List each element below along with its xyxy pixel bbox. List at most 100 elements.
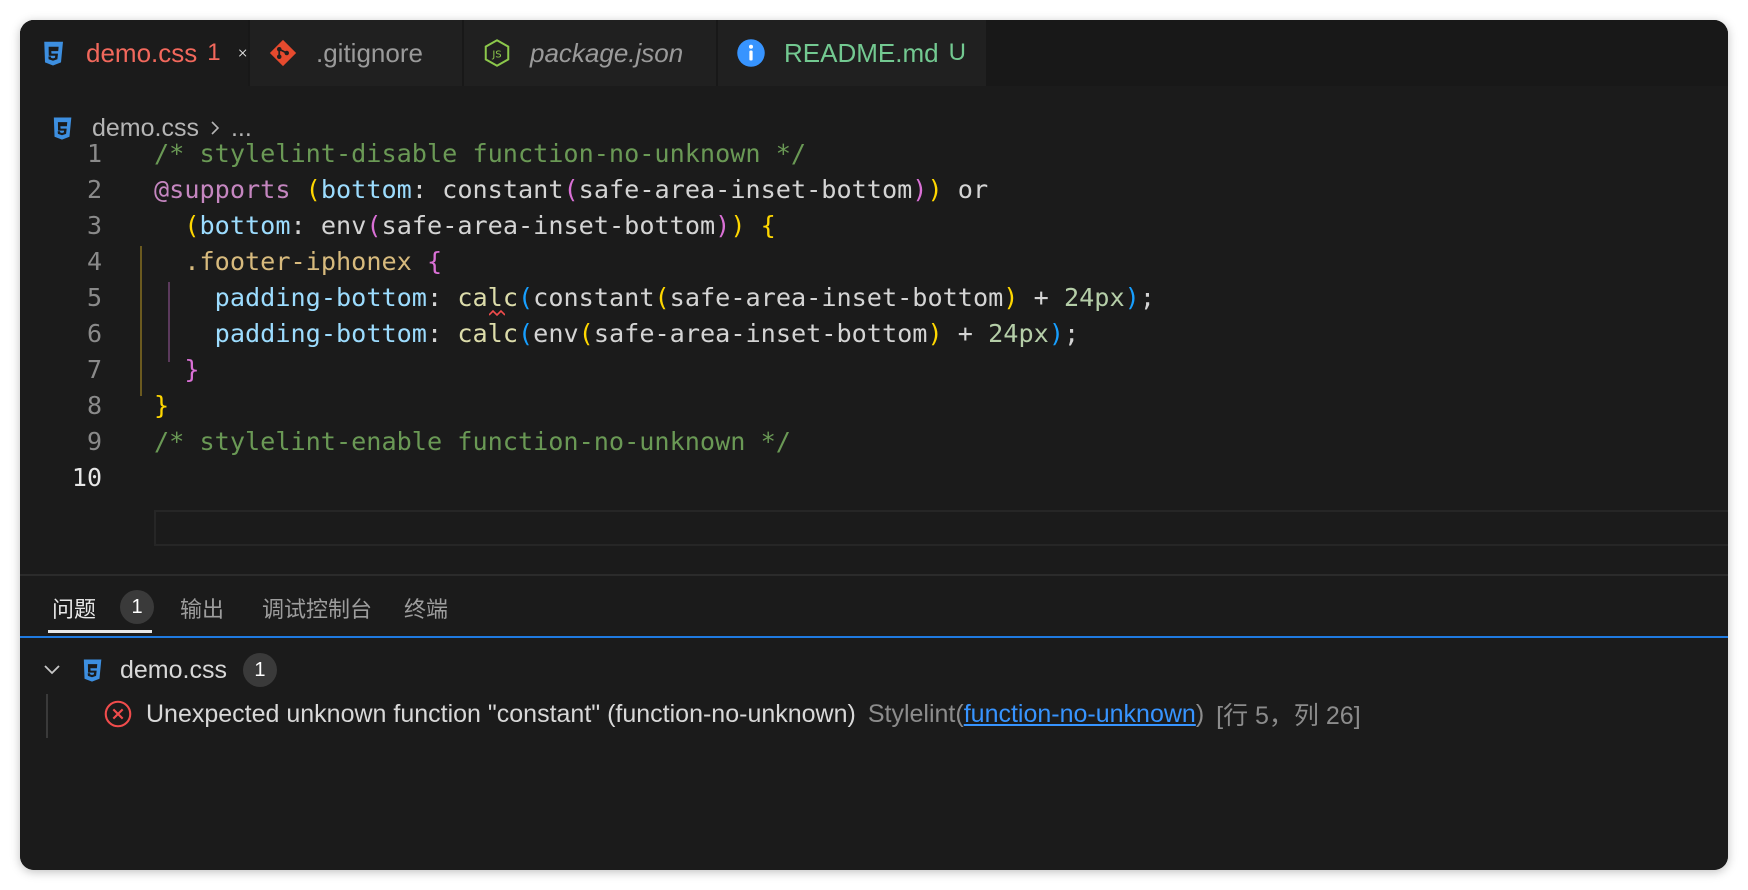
colon: : <box>426 319 458 348</box>
code-text: /* stylelint-disable function-no-unknown… <box>154 134 806 174</box>
line-number: 9 <box>86 427 102 456</box>
editor-window: demo.css 1 .gitignore JS package.json RE… <box>20 20 1728 870</box>
paren: ) <box>1124 283 1140 312</box>
tab-demo-css[interactable]: demo.css 1 <box>20 20 248 86</box>
paren: ( <box>305 175 321 204</box>
line-number: 7 <box>86 355 102 384</box>
property: bottom <box>320 175 412 204</box>
function: constant <box>442 175 564 204</box>
paren: ( <box>366 211 382 240</box>
problem-source-end: ) <box>1195 699 1205 728</box>
brace: { <box>426 247 443 276</box>
problem-source: Stylelint(function-no-unknown) <box>868 700 1204 729</box>
problem-item[interactable]: Unexpected unknown function "constant" (… <box>104 694 1361 734</box>
argument: safe-area-inset-bottom <box>669 283 1004 312</box>
operator: + <box>1018 283 1064 312</box>
paren: ) <box>1048 319 1064 348</box>
code-line: 4 .footer-iphonex { <box>20 242 1728 282</box>
tab-package-json[interactable]: JS package.json <box>464 20 716 86</box>
tab-label: .gitignore <box>316 37 423 68</box>
code-line: 9 /* stylelint-enable function-no-unknow… <box>20 422 1728 462</box>
problem-location: [行 5，列 26] <box>1216 702 1361 730</box>
paren: ) <box>730 211 746 240</box>
operator: + <box>942 319 989 348</box>
paren: ) <box>1003 283 1019 312</box>
code-text: } <box>154 386 169 426</box>
code-editor[interactable]: 1 /* stylelint-disable function-no-unkno… <box>20 139 1728 546</box>
property: padding-bottom <box>214 283 427 312</box>
line-number: 2 <box>86 175 102 204</box>
paren: ) <box>927 319 943 348</box>
error-icon <box>104 700 132 728</box>
tab-terminal[interactable]: 终端 <box>404 592 448 624</box>
function: calc <box>457 319 518 348</box>
code-text: @supports (bottom: constant(safe-area-in… <box>154 170 988 210</box>
colon: : <box>290 211 321 240</box>
paren: ) <box>927 175 943 204</box>
brace: } <box>184 355 200 384</box>
code-line: 5 padding-bottom: calc(constant(safe-are… <box>20 278 1728 318</box>
number: 24px <box>988 319 1049 348</box>
file-problem-count: 1 <box>242 653 277 687</box>
code-line: 2 @supports (bottom: constant(safe-area-… <box>20 170 1728 210</box>
problem-source-name: Stylelint( <box>867 699 964 728</box>
css-icon <box>83 659 102 682</box>
git-icon <box>269 39 297 67</box>
tab-label: demo.css <box>86 37 198 68</box>
close-icon[interactable] <box>237 41 248 65</box>
current-line-highlight <box>154 510 1728 546</box>
rule-link[interactable]: function-no-unknown <box>964 700 1196 728</box>
active-tab-indicator <box>48 630 152 633</box>
code-text: padding-bottom: calc(constant(safe-area-… <box>154 278 1155 318</box>
problem-file-name: demo.css <box>120 655 227 684</box>
code-line: 7 } <box>20 350 1728 390</box>
tab-bar: demo.css 1 .gitignore JS package.json RE… <box>20 20 1728 86</box>
keyword: or <box>942 175 989 204</box>
line-number: 10 <box>71 463 102 492</box>
nodejs-icon: JS <box>484 39 510 67</box>
paren: ( <box>654 283 670 312</box>
paren: ( <box>518 319 534 348</box>
problem-file-row[interactable]: demo.css 1 <box>42 650 277 690</box>
number: 24px <box>1063 283 1125 312</box>
line-number: 5 <box>86 283 102 312</box>
paren: ) <box>912 175 928 204</box>
tab-gitignore[interactable]: .gitignore <box>250 20 462 86</box>
tab-readme[interactable]: README.md U <box>718 20 986 86</box>
code-text: } <box>154 350 200 390</box>
code-text: .footer-iphonex { <box>154 242 442 282</box>
line-number: 8 <box>86 391 102 420</box>
code-line: 1 /* stylelint-disable function-no-unkno… <box>20 134 1728 174</box>
code-text: (bottom: env(safe-area-inset-bottom)) { <box>154 206 776 246</box>
code-text: /* stylelint-enable function-no-unknown … <box>154 422 791 462</box>
tab-label: README.md <box>784 37 939 68</box>
code-line: 6 padding-bottom: calc(env(safe-area-ins… <box>20 314 1728 354</box>
semicolon: ; <box>1139 283 1155 312</box>
tab-debug-console[interactable]: 调试控制台 <box>262 592 372 624</box>
line-number: 6 <box>86 319 102 348</box>
at-rule: @supports <box>154 175 291 204</box>
tab-problems[interactable]: 问题 <box>52 592 96 624</box>
css-icon <box>44 41 63 66</box>
svg-text:JS: JS <box>491 49 501 60</box>
comment: /* stylelint-disable function-no-unknown… <box>154 139 807 168</box>
function: constant <box>533 283 655 312</box>
code-text: padding-bottom: calc(env(safe-area-inset… <box>154 314 1079 354</box>
code-line: 10 <box>20 458 1728 498</box>
paren: ) <box>715 211 731 240</box>
panel-tabs: 问题 1 输出 调试控制台 终端 <box>20 576 1728 638</box>
error-count-badge: 1 <box>207 39 221 66</box>
problem-count-badge: 1 <box>120 590 154 624</box>
function: env <box>320 211 367 240</box>
colon: : <box>411 175 443 204</box>
tab-output[interactable]: 输出 <box>180 592 224 624</box>
paren: ( <box>184 211 200 240</box>
property: bottom <box>199 211 291 240</box>
tab-label: package.json <box>530 37 684 68</box>
argument: safe-area-inset-bottom <box>381 211 716 240</box>
tree-indent-guide <box>46 694 48 738</box>
function: env <box>533 319 579 348</box>
semicolon: ; <box>1063 319 1080 348</box>
brace: { <box>760 211 776 240</box>
chevron-down-icon[interactable] <box>42 660 62 680</box>
